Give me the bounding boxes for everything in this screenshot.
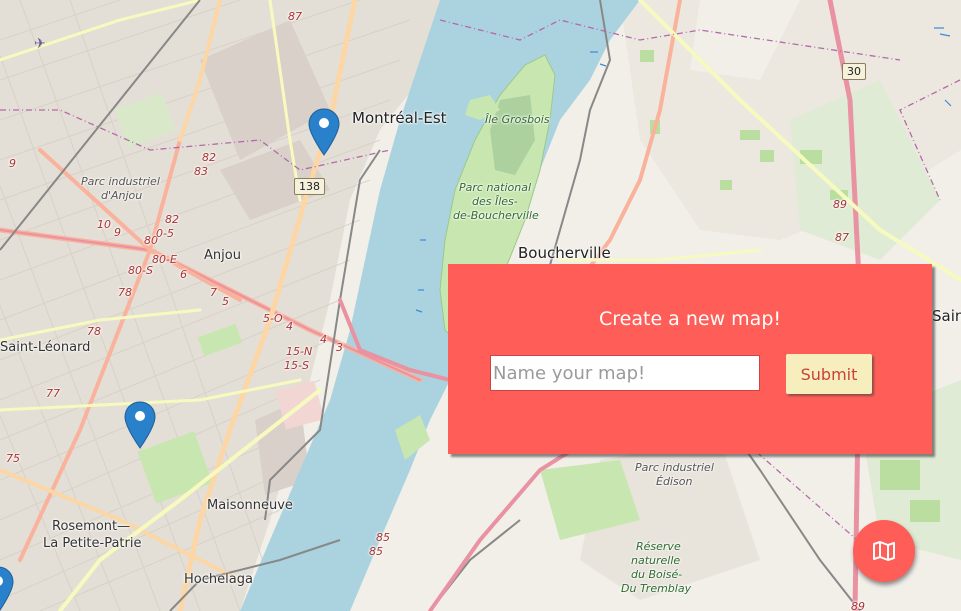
road-number: 85 — [369, 545, 383, 558]
place-label-hochelaga: Hochelaga — [184, 572, 253, 587]
road-number: 83 — [194, 165, 208, 178]
reserve-label-3: du Boisé- — [631, 568, 683, 581]
road-number: 5 — [222, 295, 229, 308]
road-number: 75 — [6, 452, 20, 465]
create-map-title: Create a new map! — [599, 308, 781, 330]
park-label-iles-3: de-Boucherville — [453, 209, 539, 222]
svg-text:✈: ✈ — [34, 36, 46, 52]
industrial-label-anjou-1: Parc industriel — [81, 175, 160, 188]
map-toggle-button[interactable] — [853, 520, 915, 582]
place-label-petite-patrie: La Petite-Patrie — [43, 536, 142, 551]
road-number: 15-N — [286, 345, 313, 358]
reserve-label-2: naturelle — [631, 554, 681, 567]
place-label-anjou: Anjou — [204, 248, 241, 263]
route-shield-138: 138 — [294, 178, 325, 195]
road-number: 15-S — [284, 359, 309, 372]
road-number: 0-5 — [156, 227, 174, 240]
island-label-grosbois: Île Grosbois — [485, 113, 550, 126]
road-number: 6 — [180, 268, 187, 281]
road-number: 78 — [87, 325, 101, 338]
industrial-label-anjou-2: d'Anjou — [101, 189, 143, 202]
road-number: 87 — [288, 10, 302, 23]
create-map-panel: Create a new map! Submit — [448, 264, 932, 454]
road-number: 80-S — [128, 264, 153, 277]
road-number: 82 — [202, 151, 216, 164]
industrial-label-edison-2: Édison — [656, 475, 693, 488]
map-marker-edge[interactable] — [0, 566, 14, 611]
road-number: 4 — [320, 333, 327, 346]
road-number: 10 — [97, 218, 111, 231]
map-marker-montreal-est[interactable] — [308, 108, 340, 156]
road-number: 5-O — [263, 312, 283, 325]
road-number: 9 — [9, 157, 16, 170]
place-label-saint-edge: Sain — [932, 307, 961, 325]
road-number: 85 — [376, 531, 390, 544]
reserve-label-1: Réserve — [636, 540, 681, 553]
road-number: 7 — [210, 286, 217, 299]
submit-button[interactable]: Submit — [786, 354, 872, 394]
road-number: 89 — [851, 600, 865, 611]
road-number: 3 — [336, 341, 343, 354]
place-label-saint-leonard: Saint-Léonard — [0, 340, 91, 355]
place-label-maisonneuve: Maisonneuve — [207, 498, 293, 513]
park-label-iles-2: des Îles- — [472, 195, 518, 208]
road-number: 77 — [46, 387, 60, 400]
reserve-label-4: Du Tremblay — [621, 582, 692, 595]
map-name-input[interactable] — [490, 355, 760, 391]
map-marker-rosemont[interactable] — [124, 401, 156, 449]
park-label-iles-1: Parc national — [459, 181, 532, 194]
road-number: 89 — [833, 198, 847, 211]
industrial-label-edison-1: Parc industriel — [635, 461, 714, 474]
road-number: 80-E — [152, 253, 177, 266]
road-number: 9 — [114, 226, 121, 239]
road-number: 78 — [118, 286, 132, 299]
place-label-boucherville: Boucherville — [518, 244, 611, 262]
place-label-montreal-est: Montréal-Est — [352, 109, 447, 127]
map-icon — [873, 541, 895, 561]
road-number: 87 — [835, 231, 849, 244]
road-number: 4 — [286, 320, 293, 333]
place-label-rosemont: Rosemont— — [52, 519, 131, 534]
route-shield-30: 30 — [842, 63, 866, 80]
road-number: 82 — [165, 213, 179, 226]
